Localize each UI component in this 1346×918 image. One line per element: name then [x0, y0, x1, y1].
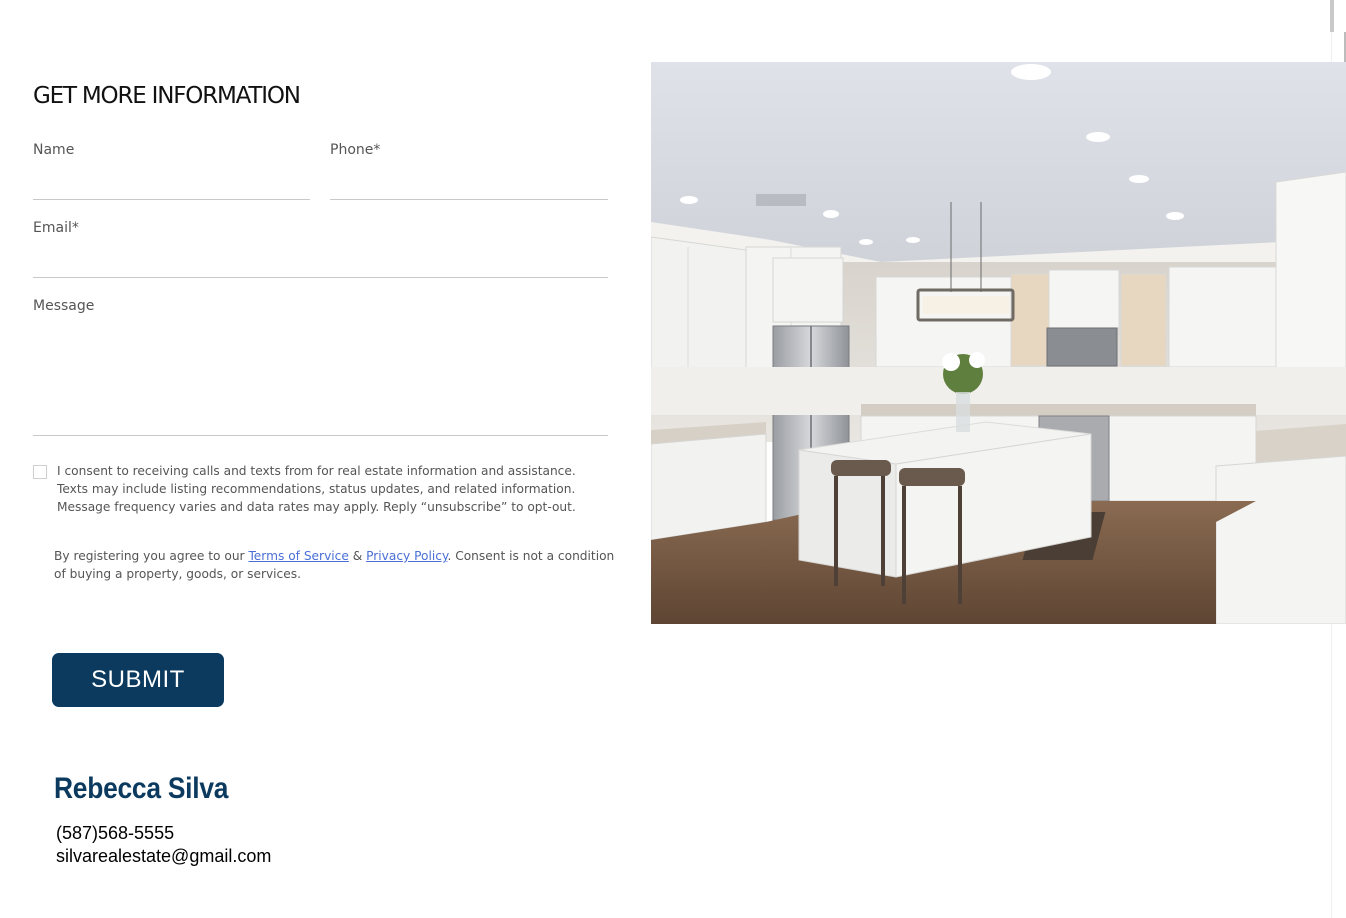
form-heading: GET MORE INFORMATION: [33, 83, 301, 109]
phone-underline: [330, 199, 608, 200]
agent-phone: (587)568-5555: [56, 823, 175, 843]
email-label: Email*: [33, 220, 79, 236]
terms-text: By registering you agree to our Terms of…: [54, 547, 624, 583]
message-field[interactable]: Message: [33, 298, 608, 436]
terms-and: &: [348, 549, 367, 563]
name-label: Name: [33, 142, 75, 158]
privacy-policy-link[interactable]: Privacy Policy: [366, 549, 447, 563]
scrollbar-thumb[interactable]: [1330, 0, 1334, 32]
phone-field[interactable]: Phone*: [330, 142, 608, 200]
agent-email: silvarealestate@gmail.com: [56, 846, 272, 866]
message-label: Message: [33, 298, 95, 314]
name-field[interactable]: Name: [33, 142, 310, 200]
phone-label: Phone*: [330, 142, 381, 158]
consent-text: I consent to receiving calls and texts f…: [57, 464, 576, 514]
message-underline: [33, 435, 608, 436]
agent-name: Rebecca Silva: [54, 772, 229, 805]
phone-input[interactable]: [330, 168, 608, 198]
email-input[interactable]: [33, 246, 608, 276]
kitchen-photo: [651, 62, 1346, 624]
consent-checkbox[interactable]: [33, 465, 47, 479]
terms-prefix: By registering you agree to our: [54, 549, 249, 563]
message-textarea[interactable]: [33, 324, 608, 432]
email-field[interactable]: Email*: [33, 220, 608, 278]
email-underline: [33, 277, 608, 278]
name-input[interactable]: [33, 168, 310, 198]
contact-form: GET MORE INFORMATION: [33, 80, 623, 112]
terms-of-service-link[interactable]: Terms of Service: [248, 549, 348, 563]
submit-button[interactable]: SUBMIT: [52, 653, 224, 707]
name-underline: [33, 199, 310, 200]
